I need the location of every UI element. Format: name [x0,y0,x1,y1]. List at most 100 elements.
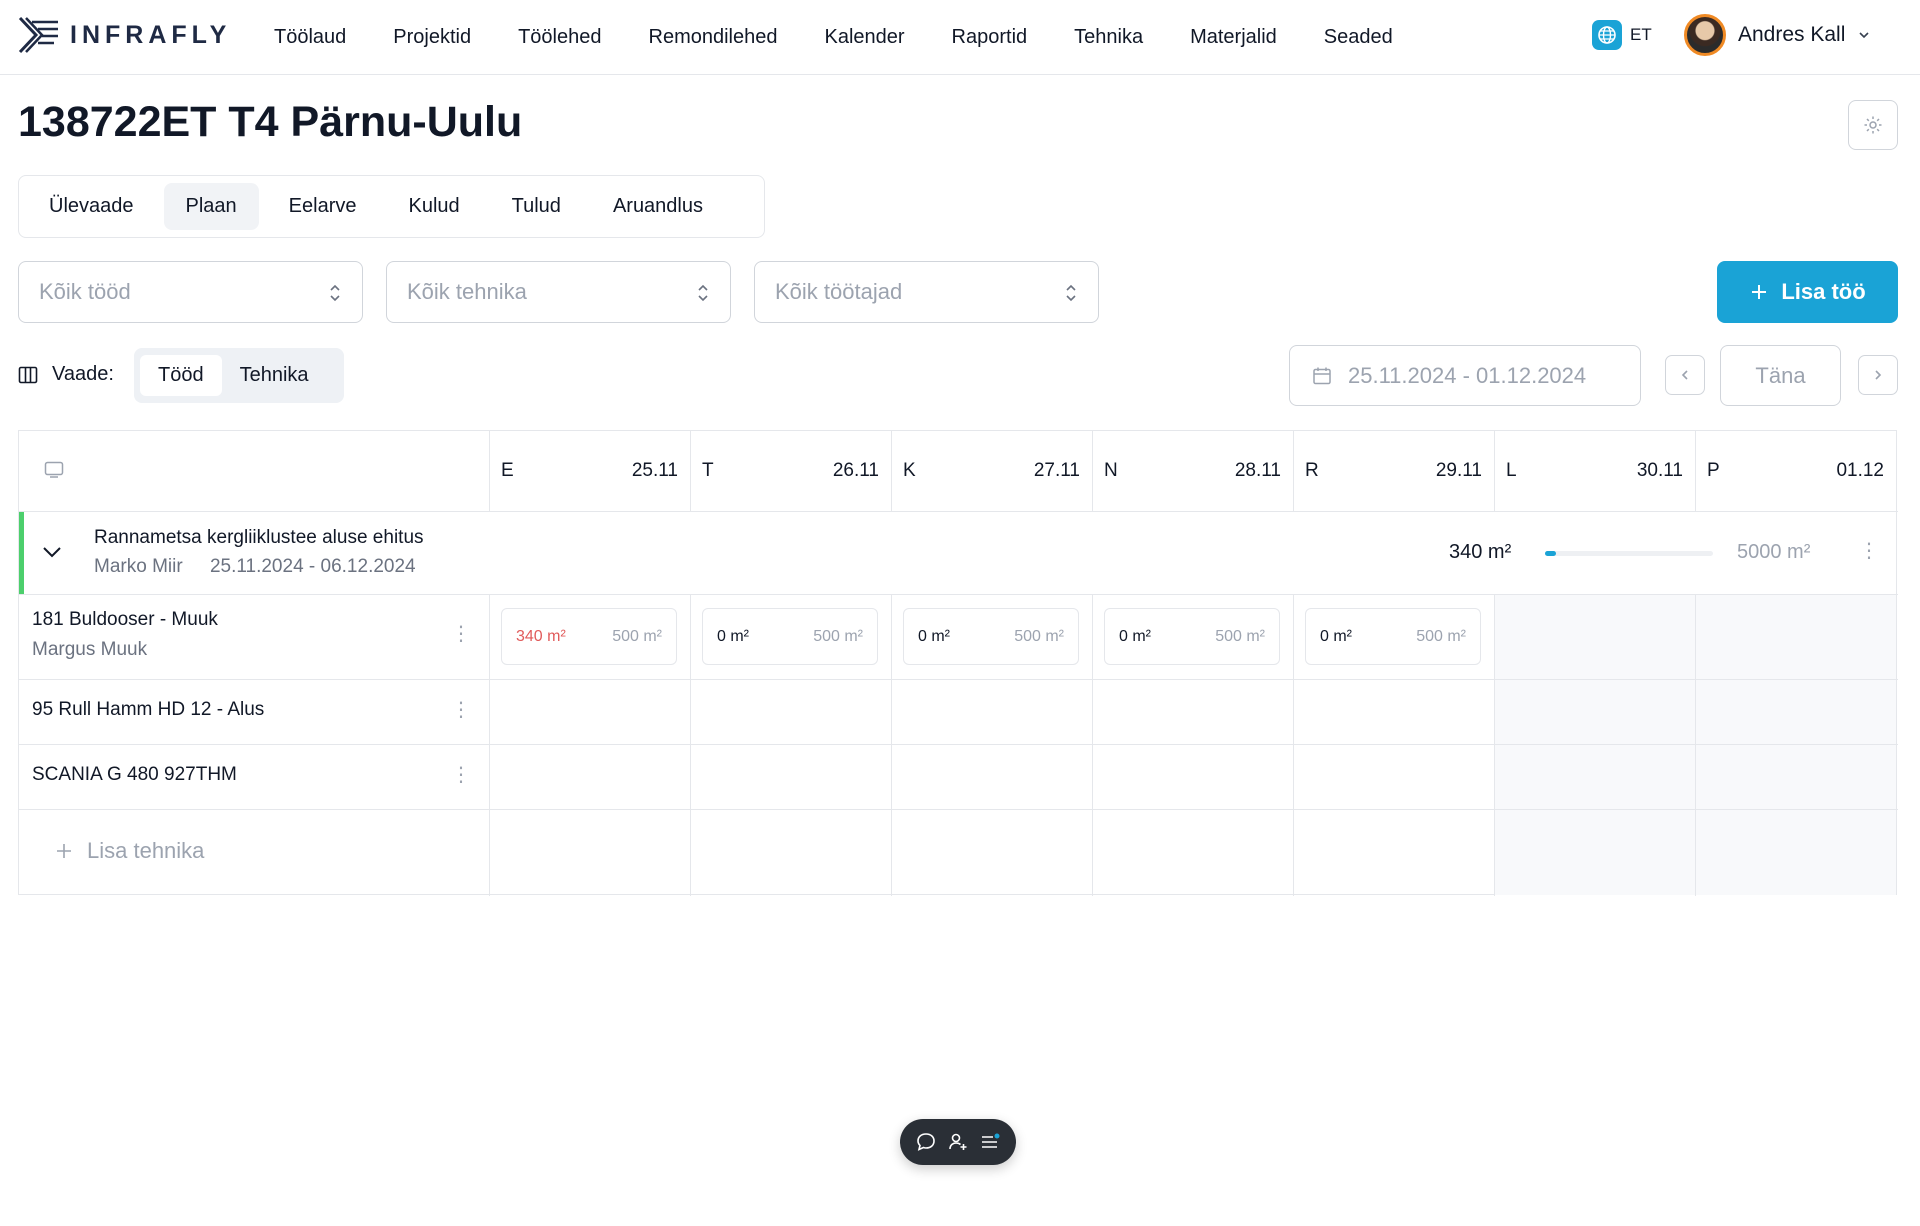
grid-line [891,431,892,512]
grid-line [19,511,1898,512]
row-subtitle: Margus Muuk [32,639,148,660]
more-vertical-icon[interactable]: ⋮ [1859,541,1879,561]
grid-line [891,594,892,896]
works-filter-placeholder: Kõik tööd [39,279,131,304]
date-range-picker[interactable]: 25.11.2024 - 01.12.2024 [1289,345,1641,406]
tab-plaan[interactable]: Plaan [163,183,259,230]
grid-line [1494,431,1495,512]
chevron-down-icon [1859,32,1869,39]
settings-button[interactable] [1848,100,1898,150]
grid-line [690,594,691,896]
group-subtitle: Marko Miir 25.11.2024 - 06.12.2024 [94,556,438,578]
plus-icon [1752,285,1767,299]
group-manager: Marko Miir [94,556,183,577]
list-notification-icon[interactable] [979,1131,1001,1153]
tab-tulud[interactable]: Tulud [490,183,583,230]
more-vertical-icon[interactable]: ⋮ [451,700,471,720]
grid-line [1293,594,1294,896]
view-label-text: Vaade: [52,363,114,385]
equipment-filter-placeholder: Kõik tehnika [407,279,527,304]
row-title[interactable]: SCANIA G 480 927THM [32,764,237,786]
cell-max: 500 m² [612,627,662,645]
cell-value: 0 m² [918,627,950,645]
grid-line [1494,594,1495,896]
cell-max: 500 m² [1014,627,1064,645]
user-add-icon[interactable] [947,1131,969,1153]
more-vertical-icon[interactable]: ⋮ [451,765,471,785]
add-equipment-button[interactable]: Lisa tehnika [55,838,204,864]
grid-line [489,594,490,896]
grid-line [19,744,1898,745]
language-switcher[interactable]: ET [1592,20,1652,50]
plan-cell[interactable]: 0 m² 500 m² [702,608,878,665]
nav-item-kalender[interactable]: Kalender [824,26,904,49]
nav-item-projektid[interactable]: Projektid [393,26,471,49]
nav-item-remondilehed[interactable]: Remondilehed [649,26,778,49]
avatar [1684,14,1726,56]
day-date: 27.11 [1033,460,1080,481]
day-date: 29.11 [1435,460,1482,481]
grid-line [1695,594,1696,896]
grid-line [19,594,1898,595]
nav-item-tehnika[interactable]: Tehnika [1074,26,1143,49]
day-header-sun: P 01.12 [1695,431,1896,511]
day-date: 01.12 [1836,460,1884,481]
more-vertical-icon[interactable]: ⋮ [451,624,471,644]
day-date: 28.11 [1234,460,1281,481]
nav-item-toolaud[interactable]: Töölaud [274,26,346,49]
plan-cell[interactable]: 340 m² 500 m² [501,608,677,665]
tab-aruandlus[interactable]: Aruandlus [591,183,725,230]
group-progress-bar [1545,551,1713,556]
tab-kulud[interactable]: Kulud [386,183,481,230]
today-button[interactable]: Täna [1720,345,1841,406]
page-title: 138722ET T4 Pärnu-Uulu [18,98,523,146]
add-work-button[interactable]: Lisa töö [1717,261,1898,323]
plan-cell[interactable]: 0 m² 500 m² [1305,608,1481,665]
plan-grid: E 25.11 T 26.11 K 27.11 N 28.11 R 29.11 L 30.1… [18,430,1898,896]
cell-value: 340 m² [516,627,566,645]
logo[interactable]: INFRAFLY [18,16,231,54]
chevron-down-icon[interactable] [41,544,63,560]
next-week-button[interactable] [1858,355,1898,395]
row-title[interactable]: 95 Rull Hamm HD 12 - Alus [32,699,264,721]
works-filter-select[interactable]: Kõik tööd [18,261,363,323]
add-equipment-label: Lisa tehnika [87,838,205,863]
nav-item-toolehed[interactable]: Töölehed [518,26,601,49]
group-period: 25.11.2024 - 06.12.2024 [209,556,416,577]
day-header-fri: R 29.11 [1293,431,1494,511]
view-option-tehnika[interactable]: Tehnika [222,355,327,396]
user-menu[interactable]: Andres Kall [1684,14,1871,56]
day-letter: N [1104,460,1118,481]
day-header-thu: N 28.11 [1092,431,1293,511]
tab-ulevaade[interactable]: Ülevaade [27,183,156,230]
gear-icon [1864,116,1882,134]
tab-eelarve[interactable]: Eelarve [267,183,379,230]
group-title[interactable]: Rannametsa kergliiklustee aluse ehitus [94,527,424,549]
row-title[interactable]: 181 Buldooser - Muuk [32,609,218,631]
grid-line [1092,431,1093,512]
day-header-sat: L 30.11 [1494,431,1695,511]
chat-icon[interactable] [915,1131,937,1153]
infrafly-logo-icon [18,16,58,54]
equipment-filter-select[interactable]: Kõik tehnika [386,261,731,323]
day-header-mon: E 25.11 [489,431,690,511]
chevron-updown-icon [1066,284,1076,302]
nav-item-seaded[interactable]: Seaded [1324,26,1393,49]
nav-item-raportid[interactable]: Raportid [952,26,1028,49]
plus-icon [57,844,71,858]
comment-icon[interactable] [44,461,64,479]
cell-value: 0 m² [1320,627,1352,645]
grid-line [1695,431,1696,512]
plan-cell[interactable]: 0 m² 500 m² [1104,608,1280,665]
add-work-label: Lisa töö [1781,279,1866,304]
view-option-tood[interactable]: Tööd [140,355,222,396]
grid-line [19,809,1898,810]
day-date: 25.11 [631,460,678,481]
workers-filter-select[interactable]: Kõik töötajad [754,261,1099,323]
day-letter: R [1305,460,1319,481]
group-progress-fill [1545,551,1557,556]
plan-cell[interactable]: 0 m² 500 m² [903,608,1079,665]
language-code: ET [1630,25,1652,44]
previous-week-button[interactable] [1665,355,1705,395]
nav-item-materjalid[interactable]: Materjalid [1190,26,1277,49]
